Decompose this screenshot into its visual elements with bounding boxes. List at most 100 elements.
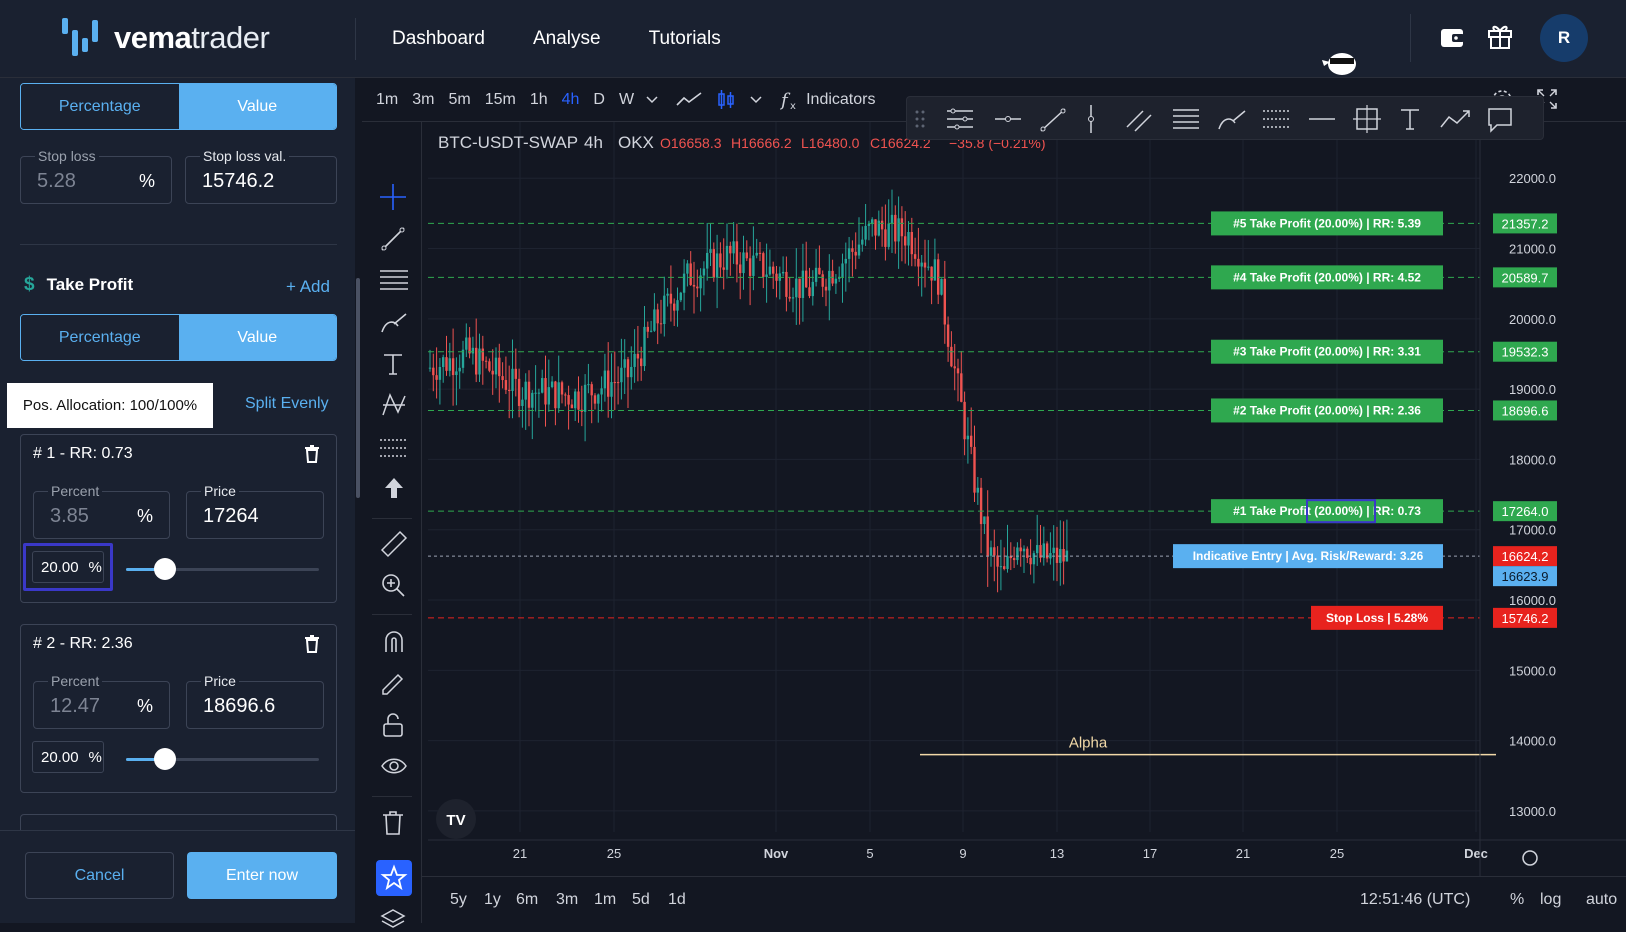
target-percent-field[interactable]: Percent 12.47 %: [33, 673, 170, 729]
timeframe-d[interactable]: D: [593, 91, 605, 109]
enter-now-button[interactable]: Enter now: [187, 852, 337, 899]
allocation-slider-handle[interactable]: [153, 748, 176, 770]
range-5d[interactable]: 5d: [632, 891, 650, 909]
vertical-line-icon[interactable]: [1085, 105, 1097, 133]
auto-scale-toggle[interactable]: auto: [1586, 891, 1617, 909]
percent-scale-toggle[interactable]: %: [1510, 891, 1524, 909]
parallel-channel-icon[interactable]: [1125, 107, 1153, 133]
candle-body: [603, 370, 607, 389]
trash-icon[interactable]: [304, 445, 320, 463]
allocation-slider[interactable]: [126, 748, 319, 770]
fib-levels-icon[interactable]: [1171, 107, 1201, 131]
wallet-icon[interactable]: [1440, 26, 1466, 50]
range-1m[interactable]: 1m: [594, 891, 616, 909]
nav-link-dashboard[interactable]: Dashboard: [392, 28, 485, 50]
drag-handle-icon[interactable]: [915, 109, 925, 129]
stop-loss-value-field[interactable]: Stop loss val. 15746.2: [185, 148, 337, 204]
nav-link-analyse[interactable]: Analyse: [533, 28, 601, 50]
utc-clock[interactable]: 12:51:46 (UTC): [1360, 891, 1470, 909]
candle-body: [933, 259, 937, 281]
add-take-profit-button[interactable]: + Add: [286, 277, 330, 297]
sidebar-scrollbar[interactable]: [355, 78, 361, 923]
range-1d[interactable]: 1d: [668, 891, 686, 909]
candle-body: [887, 223, 890, 247]
tp-mode-percentage[interactable]: Percentage: [21, 315, 179, 360]
layers-icon[interactable]: [380, 908, 406, 932]
sl-mode-percentage[interactable]: Percentage: [21, 84, 179, 129]
target-percent-field[interactable]: Percent 3.85 %: [33, 483, 170, 539]
time-axis-settings-icon[interactable]: [1522, 850, 1538, 866]
fib-retracement-icon[interactable]: [380, 268, 408, 292]
allocation-slider-handle[interactable]: [153, 558, 176, 580]
crosshair-icon[interactable]: [380, 184, 406, 210]
stop-loss-percent-field[interactable]: Stop loss 5.28 %: [20, 148, 172, 204]
path-tool-icon[interactable]: [1439, 107, 1471, 131]
zoom-in-icon[interactable]: [380, 572, 406, 598]
line-chart-type-icon[interactable]: [676, 91, 702, 109]
log-scale-toggle[interactable]: log: [1540, 891, 1561, 909]
favorites-button[interactable]: [376, 860, 412, 896]
target-price-field[interactable]: Price 17264: [186, 483, 324, 539]
trend-line-icon[interactable]: [380, 226, 406, 252]
range-5y[interactable]: 5y: [450, 891, 467, 909]
timeframe-15m[interactable]: 15m: [485, 91, 516, 109]
target-allocation-input[interactable]: 20.00%: [32, 551, 104, 583]
brush-icon[interactable]: [380, 312, 408, 336]
range-6m[interactable]: 6m: [516, 891, 538, 909]
text-tool-icon[interactable]: [382, 352, 404, 376]
user-avatar[interactable]: R: [1540, 14, 1588, 62]
timeframe-3m[interactable]: 3m: [412, 91, 434, 109]
candle-body: [610, 382, 613, 397]
ruler-icon[interactable]: [380, 530, 408, 558]
indicators-button[interactable]: Indicators: [806, 91, 875, 109]
price-chart[interactable]: #5 Take Profit (20.00%) | RR: 5.39 21357.…: [428, 122, 1626, 876]
pattern-tool-icon[interactable]: [380, 392, 408, 418]
text-tool-icon[interactable]: [1399, 107, 1421, 131]
chevron-down-icon[interactable]: [750, 95, 762, 104]
arrow-up-icon[interactable]: [382, 476, 406, 500]
timeframe-4h[interactable]: 4h: [562, 91, 580, 109]
timeframe-1m[interactable]: 1m: [376, 91, 398, 109]
multi-level-tool-icon[interactable]: [945, 107, 975, 131]
trend-line-icon[interactable]: [1039, 107, 1067, 133]
chevron-down-icon[interactable]: [646, 95, 658, 104]
cancel-button[interactable]: Cancel: [25, 852, 174, 899]
indicators-icon[interactable]: fx: [780, 89, 800, 111]
candles-chart-type-icon[interactable]: [716, 89, 736, 111]
gift-icon[interactable]: [1487, 22, 1513, 50]
candle-body: [732, 241, 735, 254]
unlock-icon[interactable]: [382, 712, 404, 738]
sl-mode-value[interactable]: Value: [178, 84, 336, 129]
candle-body: [613, 382, 616, 384]
x-tick-label: 25: [607, 846, 621, 861]
candle-body: [930, 266, 933, 281]
eye-icon[interactable]: [380, 754, 408, 780]
allocation-slider[interactable]: [126, 558, 319, 580]
candle-body: [762, 253, 765, 277]
target-price-field[interactable]: Price 18696.6: [186, 673, 324, 729]
brush-icon[interactable]: [1217, 107, 1247, 133]
forecast-tool-icon[interactable]: [380, 436, 408, 460]
scrollbar-thumb[interactable]: [356, 278, 360, 498]
target-allocation-input[interactable]: 20.00%: [32, 741, 104, 773]
magnet-icon[interactable]: [382, 628, 406, 654]
measure-box-icon[interactable]: [1353, 105, 1381, 133]
timeframe-5m[interactable]: 5m: [448, 91, 470, 109]
brand-logo[interactable]: vematrader: [62, 18, 270, 58]
candle-body: [491, 370, 494, 375]
stop-loss-mode-toggle: Percentage Value: [20, 83, 337, 130]
timeframe-1h[interactable]: 1h: [530, 91, 548, 109]
range-3m[interactable]: 3m: [556, 891, 578, 909]
tp-mode-value[interactable]: Value: [178, 315, 336, 360]
horizontal-line-icon[interactable]: [1307, 107, 1337, 131]
split-evenly-button[interactable]: Split Evenly: [245, 395, 329, 413]
nav-link-tutorials[interactable]: Tutorials: [649, 28, 721, 50]
trash-icon[interactable]: [304, 635, 320, 653]
horizontal-ray-icon[interactable]: [993, 107, 1023, 131]
forecast-tool-icon[interactable]: [1261, 107, 1291, 131]
timeframe-w[interactable]: W: [619, 91, 634, 109]
trash-icon[interactable]: [382, 810, 404, 836]
range-1y[interactable]: 1y: [484, 891, 501, 909]
lock-pen-icon[interactable]: [380, 670, 408, 696]
callout-icon[interactable]: [1487, 107, 1513, 133]
